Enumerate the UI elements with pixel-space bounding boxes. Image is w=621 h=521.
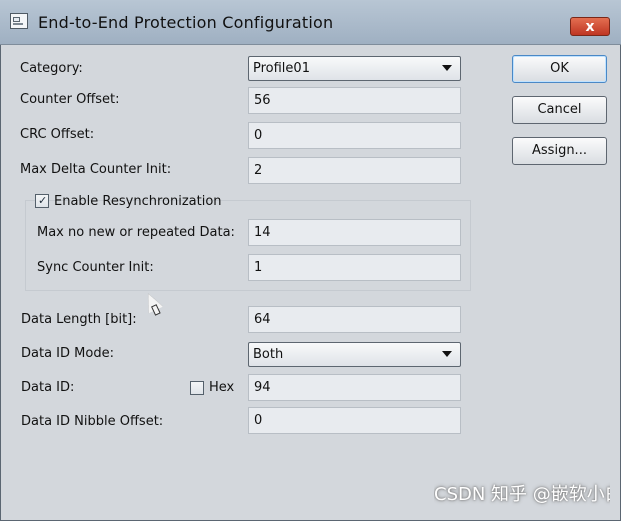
max-delta-counter-init-field[interactable]: 2 [248, 157, 461, 184]
max-no-new-or-repeated-data-value: 14 [254, 225, 271, 240]
data-id-mode-dropdown[interactable]: Both [248, 342, 461, 367]
data-id-nibble-offset-value: 0 [254, 413, 263, 428]
data-id-mode-label: Data ID Mode: [21, 346, 114, 361]
title-bar: End-to-End Protection Configuration x [0, 0, 621, 45]
data-length-label: Data Length [bit]: [21, 312, 137, 327]
category-dropdown[interactable]: Profile01 [248, 56, 461, 81]
cancel-button[interactable]: Cancel [512, 96, 607, 124]
assign-button[interactable]: Assign... [512, 137, 607, 165]
crc-offset-label: CRC Offset: [20, 127, 95, 142]
window-title: End-to-End Protection Configuration [38, 13, 334, 32]
data-length-field[interactable]: 64 [248, 306, 461, 333]
close-icon: x [585, 19, 595, 35]
data-id-field[interactable]: 94 [248, 374, 461, 401]
ok-button[interactable]: OK [512, 55, 607, 83]
sync-counter-init-field[interactable]: 1 [248, 254, 461, 281]
data-length-value: 64 [254, 312, 271, 327]
enable-resynchronization-label: Enable Resynchronization [54, 194, 222, 209]
counter-offset-field[interactable]: 56 [248, 87, 461, 114]
chevron-down-icon [442, 65, 452, 71]
max-no-new-or-repeated-data-field[interactable]: 14 [248, 219, 461, 246]
category-label: Category: [20, 61, 83, 76]
protection-dialog: End-to-End Protection Configuration x Ca… [0, 0, 621, 521]
data-id-value: 94 [254, 380, 271, 395]
category-value: Profile01 [253, 61, 310, 76]
close-button[interactable]: x [570, 17, 610, 36]
crc-offset-field[interactable]: 0 [248, 122, 461, 149]
sync-counter-init-label: Sync Counter Init: [37, 260, 154, 275]
chevron-down-icon [442, 351, 452, 357]
hex-label: Hex [209, 380, 235, 395]
counter-offset-value: 56 [254, 93, 271, 108]
sync-counter-init-value: 1 [254, 260, 263, 275]
enable-resynchronization-checkbox[interactable]: ✓ [35, 194, 49, 208]
window-app-icon [10, 13, 28, 29]
data-id-nibble-offset-field[interactable]: 0 [248, 407, 461, 434]
data-id-mode-value: Both [253, 347, 284, 362]
data-id-label: Data ID: [21, 380, 75, 395]
watermark: CSDN 知乎 @嵌软小白侧 [434, 484, 610, 505]
checkmark-icon: ✓ [38, 194, 48, 207]
max-no-new-or-repeated-data-label: Max no new or repeated Data: [37, 225, 235, 240]
max-delta-counter-init-value: 2 [254, 163, 263, 178]
counter-offset-label: Counter Offset: [20, 92, 120, 107]
data-id-nibble-offset-label: Data ID Nibble Offset: [21, 414, 164, 429]
mouse-pointer-icon [141, 290, 164, 314]
crc-offset-value: 0 [254, 128, 263, 143]
hex-checkbox[interactable] [190, 381, 204, 395]
max-delta-counter-init-label: Max Delta Counter Init: [20, 162, 172, 177]
